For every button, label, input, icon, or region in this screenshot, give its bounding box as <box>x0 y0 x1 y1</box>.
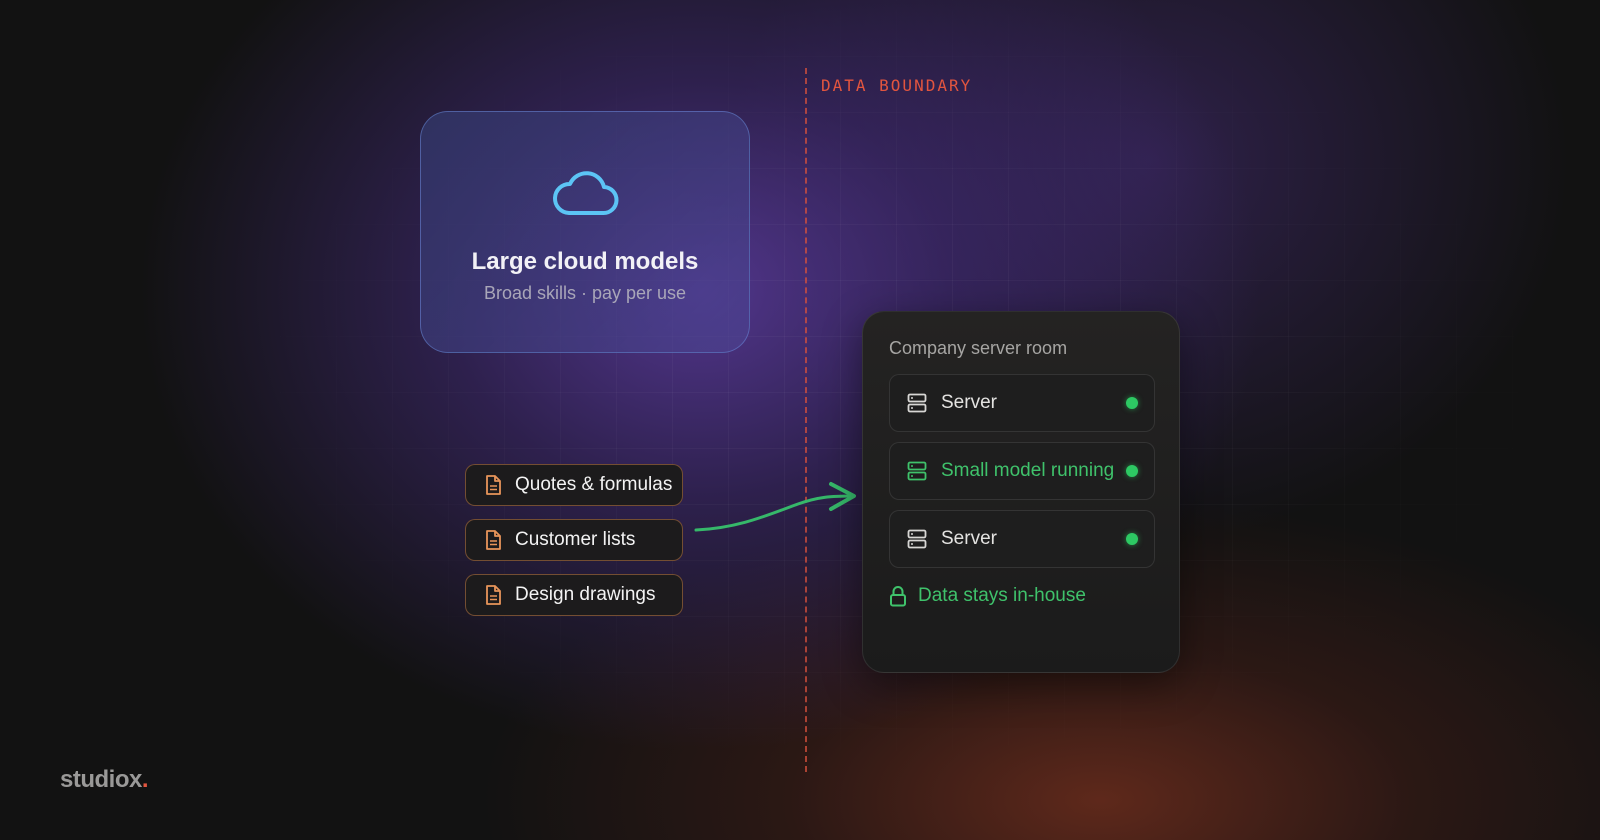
data-boundary-label: DATA BOUNDARY <box>821 76 973 95</box>
status-dot <box>1126 533 1138 545</box>
server-room-title: Company server room <box>889 338 1068 358</box>
document-icon <box>486 530 501 550</box>
data-flow-arrow <box>694 482 856 532</box>
document-chip-label: Design drawings <box>515 584 656 605</box>
cloud-icon <box>553 171 619 216</box>
background-grid <box>0 0 1600 840</box>
diagram-canvas: DATA BOUNDARY Large cloud models Broad s… <box>0 0 1600 840</box>
brand-name: studiox <box>60 766 142 793</box>
status-dot <box>1126 397 1138 409</box>
server-row-active: Small model running <box>889 442 1155 500</box>
brand-dot: . <box>141 766 149 793</box>
cloud-models-card: Large cloud models Broad skills · pay pe… <box>420 111 750 353</box>
lock-icon <box>890 586 906 607</box>
server-icon <box>907 393 927 413</box>
server-icon <box>907 461 927 481</box>
document-chip-label: Customer lists <box>515 529 636 550</box>
document-chip: Customer lists <box>465 519 683 561</box>
server-row: Server <box>889 510 1155 568</box>
server-icon <box>907 529 927 549</box>
cloud-card-subtitle: Broad skills · pay per use <box>483 283 687 303</box>
document-chip-label: Quotes & formulas <box>515 474 673 495</box>
server-row: Server <box>889 374 1155 432</box>
brand-logo: studiox. <box>60 766 149 794</box>
status-dot <box>1126 465 1138 477</box>
data-in-house-label: Data stays in-house <box>918 585 1086 606</box>
server-room-panel: Company server room Server Small model r… <box>862 311 1180 673</box>
cloud-card-title: Large cloud models <box>471 248 699 275</box>
data-in-house-note: Data stays in-house <box>889 585 1086 607</box>
server-label: Small model running <box>941 460 1115 481</box>
document-icon <box>486 475 501 495</box>
document-icon <box>486 585 501 605</box>
server-label: Server <box>941 392 997 413</box>
document-chip: Quotes & formulas <box>465 464 683 506</box>
server-label: Server <box>941 528 997 549</box>
document-chip: Design drawings <box>465 574 683 616</box>
data-boundary-line <box>805 68 807 772</box>
